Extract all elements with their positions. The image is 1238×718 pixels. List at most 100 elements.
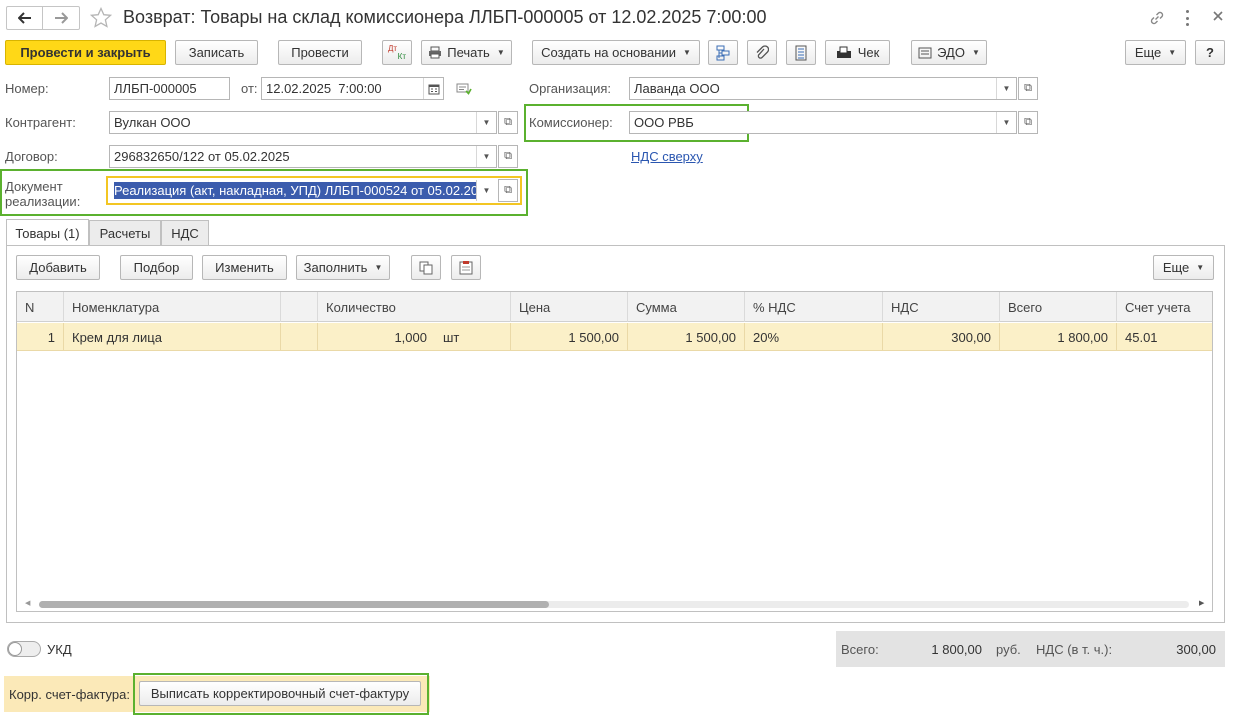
open-contractor-icon[interactable]: ⧉ bbox=[498, 111, 518, 134]
commissioner-field[interactable]: ООО РВБ ▼ bbox=[629, 111, 1017, 134]
save-button[interactable]: Записать bbox=[175, 40, 258, 65]
cell-n: 1 bbox=[17, 323, 64, 351]
column-header-quantity[interactable]: Количество bbox=[318, 292, 511, 322]
edo-icon bbox=[918, 47, 932, 58]
more-label: Еще bbox=[1134, 45, 1162, 60]
open-contract-icon[interactable]: ⧉ bbox=[498, 145, 518, 168]
title-bar: Возврат: Товары на склад комиссионера ЛЛ… bbox=[0, 0, 1238, 36]
chevron-down-icon[interactable]: ▼ bbox=[996, 112, 1016, 133]
back-icon[interactable] bbox=[7, 7, 43, 29]
tab-goods[interactable]: Товары (1) bbox=[6, 219, 89, 246]
dtkt-button[interactable]: Дт Кт bbox=[382, 40, 412, 65]
edo-button[interactable]: ЭДО ▼ bbox=[911, 40, 987, 65]
more-vertical-icon[interactable] bbox=[1181, 10, 1193, 26]
column-header-vat-rate[interactable]: % НДС bbox=[745, 292, 883, 322]
cell-vat: 300,00 bbox=[883, 323, 1000, 351]
organization-field[interactable]: Лаванда ООО ▼ bbox=[629, 77, 1017, 100]
chevron-down-icon[interactable]: ▼ bbox=[476, 146, 496, 167]
contract-value: 296832650/122 от 05.02.2025 bbox=[114, 149, 290, 164]
tab-vat[interactable]: НДС bbox=[161, 220, 209, 246]
column-header-sum[interactable]: Сумма bbox=[628, 292, 745, 322]
cell-blank bbox=[281, 323, 318, 351]
paste-rows-button[interactable] bbox=[451, 255, 481, 280]
close-icon[interactable] bbox=[1211, 9, 1225, 26]
open-sale-document-icon[interactable]: ⧉ bbox=[498, 179, 518, 202]
document-list-icon bbox=[795, 45, 807, 60]
check-button[interactable]: Чек bbox=[825, 40, 890, 65]
window-title: Возврат: Товары на склад комиссионера ЛЛ… bbox=[123, 7, 767, 27]
attach-button[interactable] bbox=[747, 40, 777, 65]
pick-button[interactable]: Подбор bbox=[120, 255, 193, 280]
paste-icon bbox=[459, 261, 473, 275]
ukd-label: УКД bbox=[47, 642, 72, 657]
vat-on-top-link[interactable]: НДС сверху bbox=[631, 149, 703, 164]
scroll-right-icon[interactable]: ▶ bbox=[1199, 599, 1204, 607]
vat-included-label: НДС (в т. ч.): bbox=[1036, 642, 1113, 657]
fill-button[interactable]: Заполнить ▼ bbox=[296, 255, 390, 280]
table-row[interactable]: 1 Крем для лица 1,000 шт 1 500,00 1 500,… bbox=[17, 323, 1212, 351]
cell-total: 1 800,00 bbox=[1000, 323, 1117, 351]
ukd-toggle[interactable] bbox=[7, 641, 41, 657]
check-label: Чек bbox=[857, 45, 880, 60]
cell-unit: шт bbox=[435, 323, 511, 351]
organization-label: Организация: bbox=[529, 81, 612, 96]
edo-label: ЭДО bbox=[937, 45, 965, 60]
currency-label: руб. bbox=[996, 642, 1021, 657]
column-header-vat[interactable]: НДС bbox=[883, 292, 1000, 322]
total-value: 1 800,00 bbox=[931, 642, 982, 657]
contract-label: Договор: bbox=[5, 149, 58, 164]
forward-icon[interactable] bbox=[43, 7, 79, 29]
post-button[interactable]: Провести bbox=[278, 40, 362, 65]
column-header-item[interactable]: Номенклатура bbox=[64, 292, 281, 322]
open-commissioner-icon[interactable]: ⧉ bbox=[1018, 111, 1038, 134]
open-organization-icon[interactable]: ⧉ bbox=[1018, 77, 1038, 100]
post-and-close-button[interactable]: Провести и закрыть bbox=[5, 40, 166, 65]
column-header-n[interactable]: N bbox=[17, 292, 64, 322]
date-field[interactable]: 12.02.2025 7:00:00 bbox=[261, 77, 444, 100]
tab-settlements[interactable]: Расчеты bbox=[89, 220, 161, 246]
dtkt-top-label: Дт bbox=[388, 43, 398, 53]
link-icon[interactable] bbox=[1148, 9, 1166, 30]
cell-item: Крем для лица bbox=[64, 323, 281, 351]
report-button[interactable] bbox=[786, 40, 816, 65]
column-header-total[interactable]: Всего bbox=[1000, 292, 1117, 322]
favorite-star-icon[interactable] bbox=[89, 6, 113, 32]
scroll-left-icon[interactable]: ◀ bbox=[25, 599, 30, 607]
issue-corr-invoice-button[interactable]: Выписать корректировочный счет-фактуру bbox=[139, 681, 421, 706]
chevron-down-icon[interactable]: ▼ bbox=[476, 180, 496, 201]
print-button[interactable]: Печать ▼ bbox=[421, 40, 512, 65]
sale-document-value: Реализация (акт, накладная, УПД) ЛЛБП-00… bbox=[114, 182, 479, 199]
change-button[interactable]: Изменить bbox=[202, 255, 287, 280]
add-button[interactable]: Добавить bbox=[16, 255, 100, 280]
total-label: Всего: bbox=[841, 642, 879, 657]
more-button[interactable]: Еще ▼ bbox=[1125, 40, 1186, 65]
column-header-price[interactable]: Цена bbox=[511, 292, 628, 322]
chevron-down-icon[interactable]: ▼ bbox=[996, 78, 1016, 99]
number-label: Номер: bbox=[5, 81, 49, 96]
date-label: от: bbox=[241, 81, 258, 96]
calendar-icon[interactable] bbox=[423, 78, 443, 99]
create-based-button[interactable]: Создать на основании ▼ bbox=[532, 40, 700, 65]
sale-document-field[interactable]: Реализация (акт, накладная, УПД) ЛЛБП-00… bbox=[109, 179, 497, 202]
table-more-button[interactable]: Еще ▼ bbox=[1153, 255, 1214, 280]
commissioner-value: ООО РВБ bbox=[634, 115, 694, 130]
cell-price: 1 500,00 bbox=[511, 323, 628, 351]
scroll-thumb[interactable] bbox=[39, 601, 549, 608]
copy-rows-button[interactable] bbox=[411, 255, 441, 280]
column-header-blank[interactable] bbox=[281, 292, 318, 322]
receipt-printer-icon bbox=[836, 46, 851, 58]
copy-icon bbox=[419, 261, 433, 274]
horizontal-scrollbar[interactable]: ◀ ▶ bbox=[25, 599, 1205, 609]
goods-table: N Номенклатура Количество Цена Сумма % Н… bbox=[16, 291, 1213, 612]
chevron-down-icon[interactable]: ▼ bbox=[476, 112, 496, 133]
comment-icon[interactable] bbox=[456, 82, 472, 99]
vat-included-value: 300,00 bbox=[1176, 642, 1216, 657]
contract-field[interactable]: 296832650/122 от 05.02.2025 ▼ bbox=[109, 145, 497, 168]
help-button[interactable]: ? bbox=[1195, 40, 1225, 65]
create-based-label: Создать на основании bbox=[541, 45, 676, 60]
number-field[interactable]: ЛЛБП-000005 bbox=[109, 77, 230, 100]
structure-button[interactable] bbox=[708, 40, 738, 65]
column-header-account[interactable]: Счет учета bbox=[1117, 292, 1212, 322]
contractor-field[interactable]: Вулкан ООО ▼ bbox=[109, 111, 497, 134]
commissioner-label: Комиссионер: bbox=[529, 115, 613, 130]
